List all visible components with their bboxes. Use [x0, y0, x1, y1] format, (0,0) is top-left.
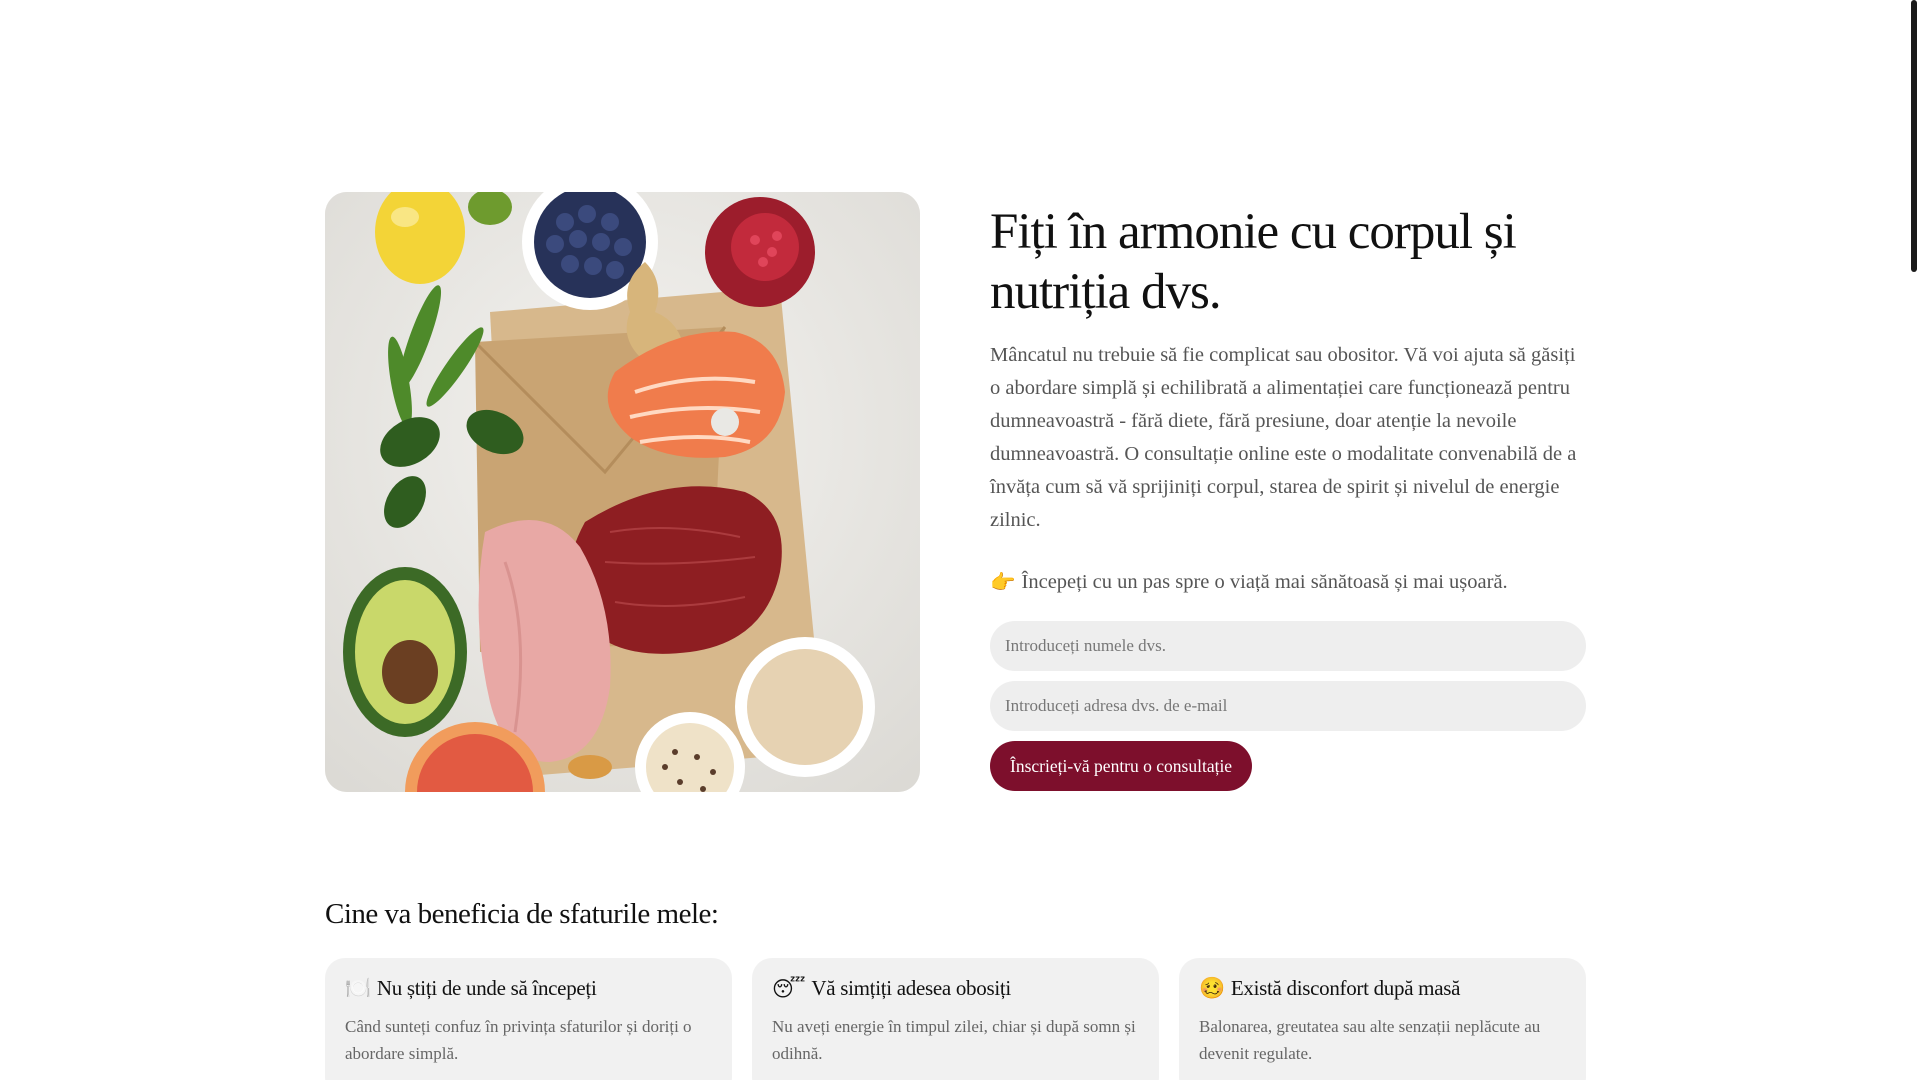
pointing-hand-icon: 👉: [990, 570, 1016, 594]
woozy-face-icon: 🥴: [1199, 976, 1225, 1000]
benefit-card-heading: 😴 Vă simțiți adesea obosiți: [772, 976, 1139, 1001]
benefit-card-heading: 🥴 Există disconfort după masă: [1199, 976, 1566, 1001]
benefit-card-title: Nu știți de unde să începeți: [376, 976, 597, 1000]
benefit-cards: 🍽️ Nu știți de unde să începeți Când sun…: [325, 958, 1586, 1080]
benefit-card-description: Balonarea, greutatea sau alte senzații n…: [1199, 1017, 1541, 1063]
benefit-card-description: Când sunteți confuz în privința sfaturil…: [345, 1017, 692, 1063]
consultation-form: Înscrieți-vă pentru o consultație: [990, 621, 1586, 791]
benefit-card-title: Vă simțiți adesea obosiți: [811, 976, 1011, 1000]
email-input[interactable]: [990, 681, 1586, 731]
benefit-card-description: Nu aveți energie în timpul zilei, chiar …: [772, 1017, 1136, 1063]
benefit-card-title: Există disconfort după masă: [1230, 976, 1461, 1000]
benefit-card: 🥴 Există disconfort după masă Balonarea,…: [1179, 958, 1586, 1080]
hero-image: [325, 192, 920, 792]
benefits-title: Cine va beneficia de sfaturile mele:: [325, 898, 719, 930]
benefit-card: 😴 Vă simțiți adesea obosiți Nu aveți ene…: [752, 958, 1159, 1080]
benefits-section: Cine va beneficia de sfaturile mele: 🍽️ …: [325, 898, 1586, 1080]
plate-icon: 🍽️: [345, 976, 371, 1000]
signup-consultation-button[interactable]: Înscrieți-vă pentru o consultație: [990, 741, 1253, 791]
hero-text: Fiți în armonie cu corpul și nutriția dv…: [990, 192, 1586, 791]
scrollbar-thumb[interactable]: [1911, 0, 1917, 272]
hero-cta: 👉 Începeți cu un pas spre o viață mai să…: [990, 567, 1586, 597]
page: Fiți în armonie cu corpul și nutriția dv…: [0, 0, 1920, 1080]
hero-description: Mâncatul nu trebuie să fie complicat sau…: [990, 344, 1577, 531]
page-scrollbar[interactable]: [1908, 0, 1920, 1080]
hero-section: Fiți în armonie cu corpul și nutriția dv…: [325, 192, 1586, 792]
benefit-card: 🍽️ Nu știți de unde să începeți Când sun…: [325, 958, 732, 1080]
hero-cta-text: Începeți cu un pas spre o viață mai sănă…: [1021, 571, 1508, 593]
sleepy-face-icon: 😴: [772, 976, 806, 1001]
name-input[interactable]: [990, 621, 1586, 671]
benefit-card-heading: 🍽️ Nu știți de unde să începeți: [345, 976, 712, 1001]
hero-title: Fiți în armonie cu corpul și nutriția dv…: [990, 204, 1517, 320]
healthy-food-illustration: [325, 192, 920, 792]
